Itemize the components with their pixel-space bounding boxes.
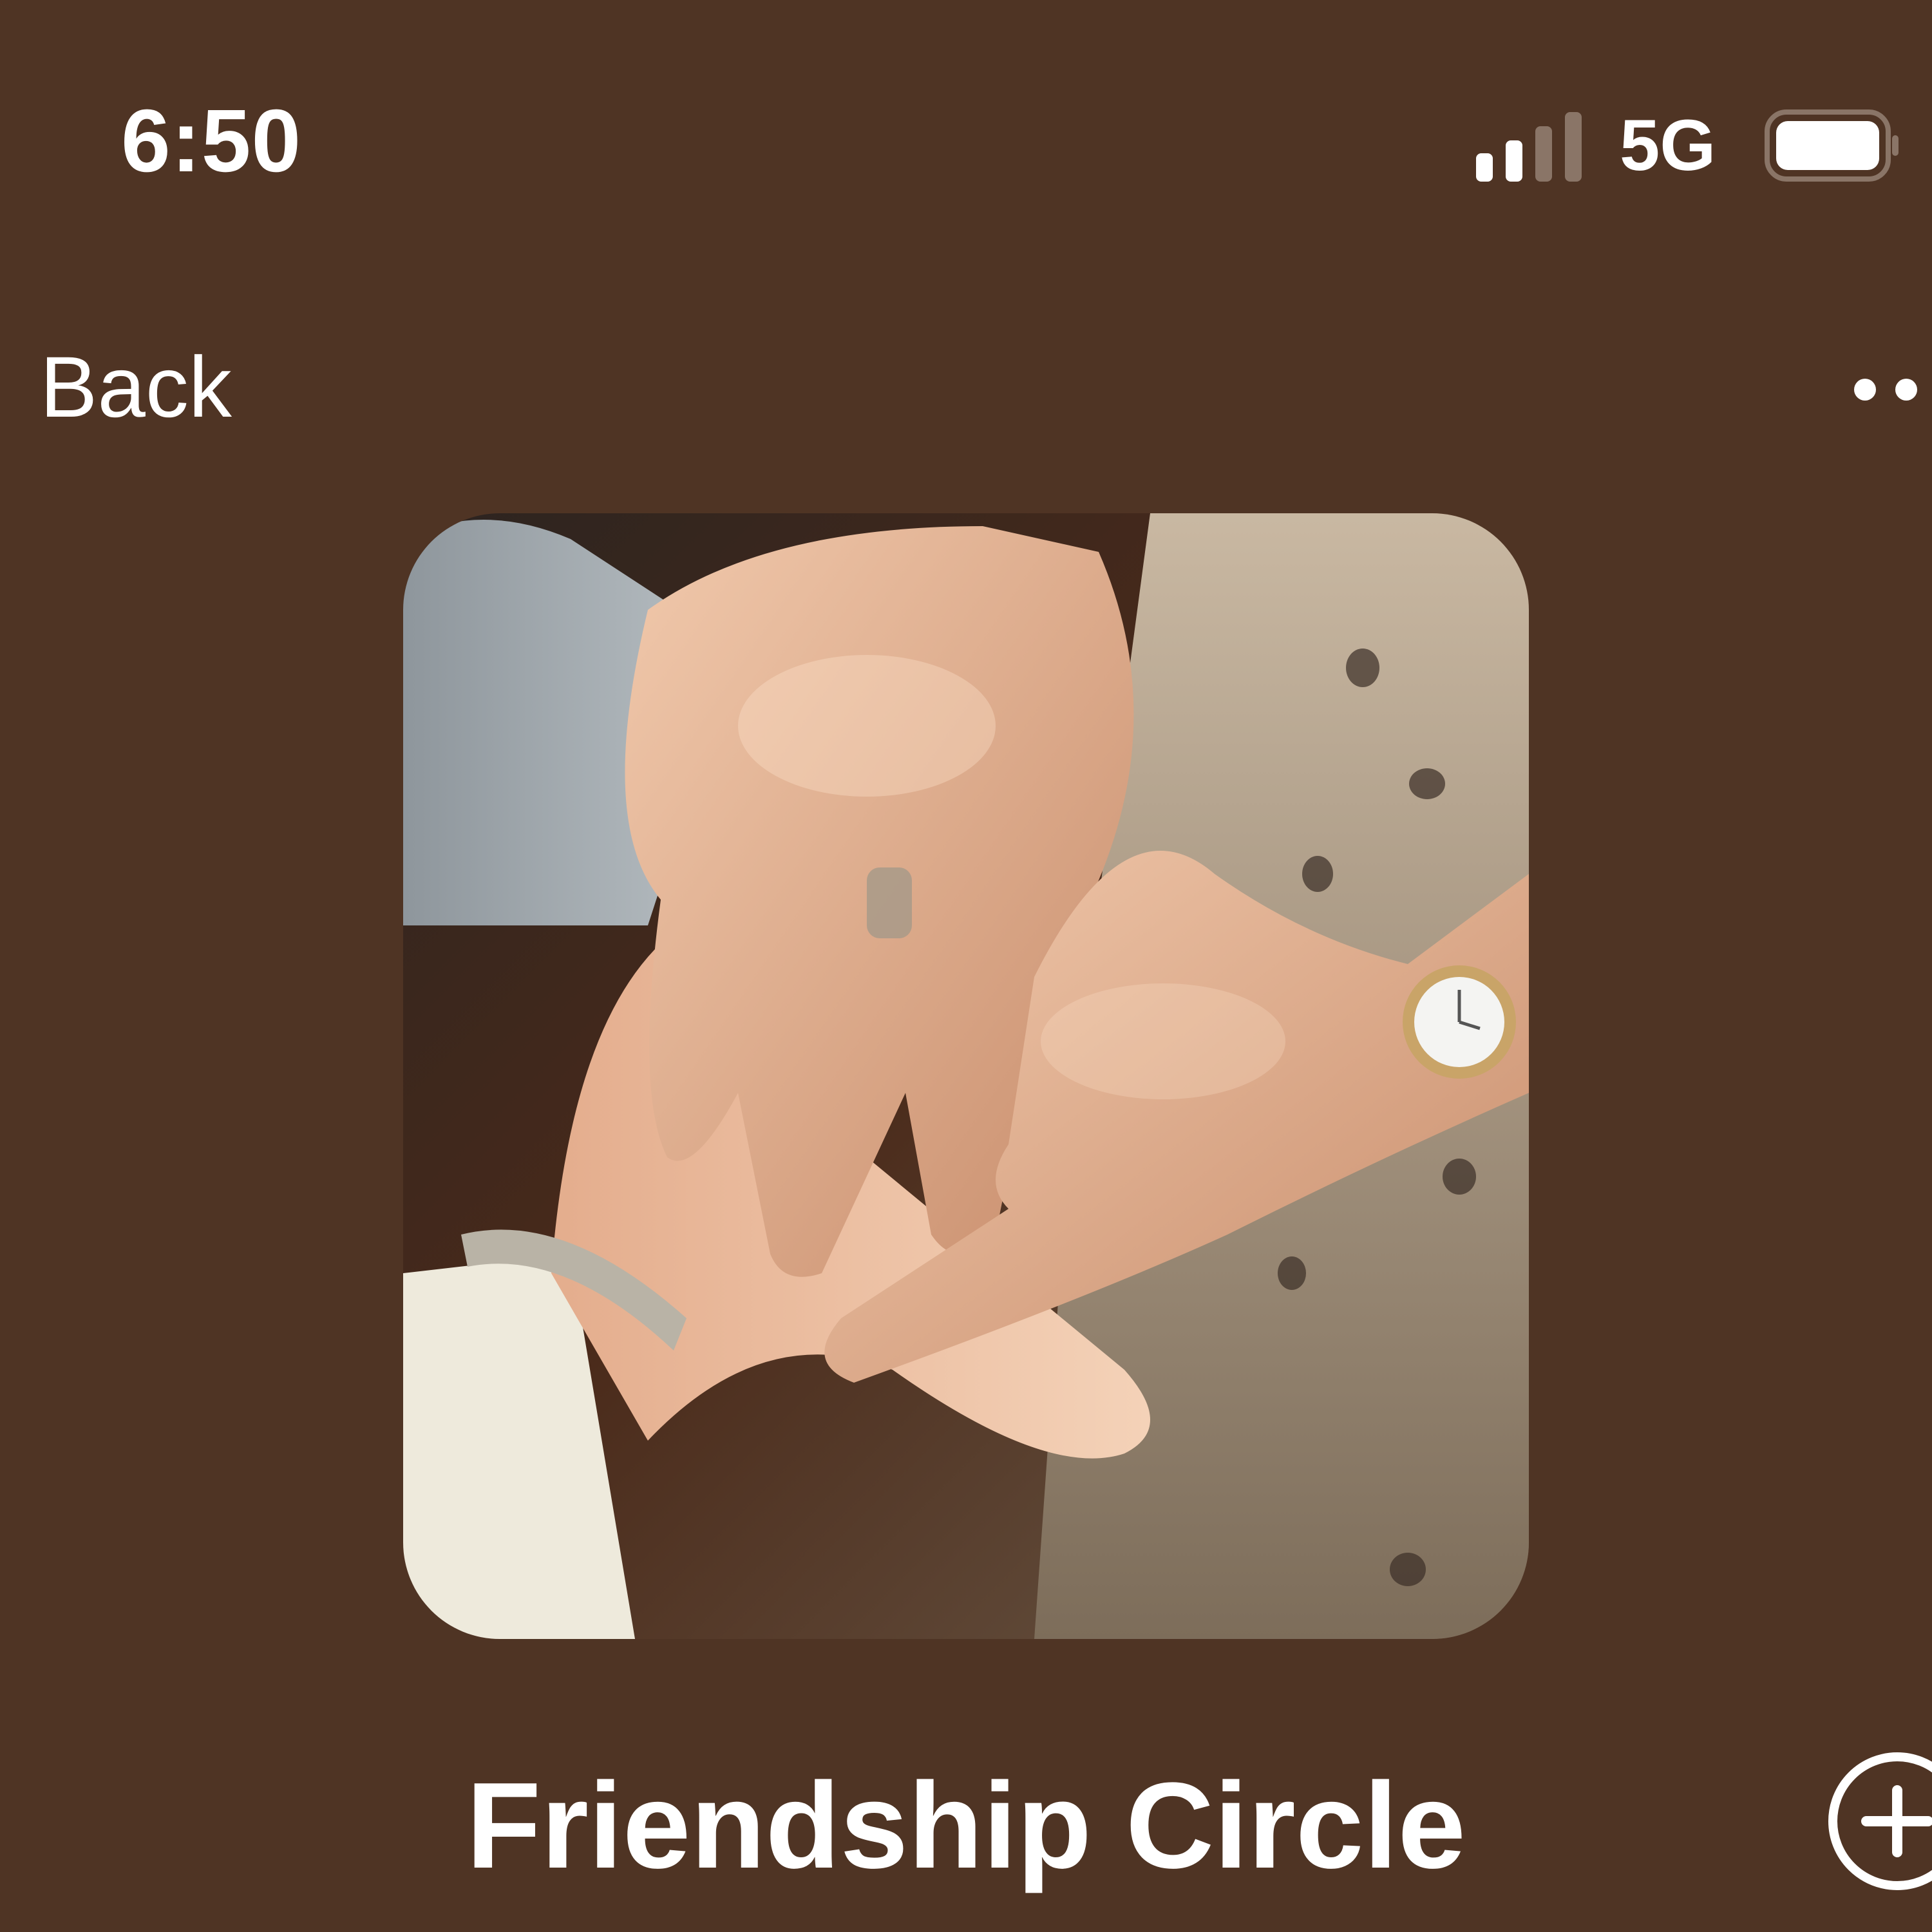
circle-cover-photo: [403, 513, 1529, 1639]
status-time: 6:50: [121, 91, 302, 191]
circle-title: Friendship Circle: [466, 1757, 1466, 1894]
cellular-signal-icon: [1476, 109, 1586, 182]
plus-circle-icon[interactable]: [1826, 1750, 1932, 1892]
circle-detail-screen: 6:50 5G Back Friendship Circle: [0, 0, 1932, 1932]
battery-icon: [1765, 109, 1900, 182]
more-horizontal-icon[interactable]: [1842, 370, 1932, 409]
back-button[interactable]: Back: [40, 345, 232, 431]
network-type-label: 5G: [1620, 105, 1716, 185]
